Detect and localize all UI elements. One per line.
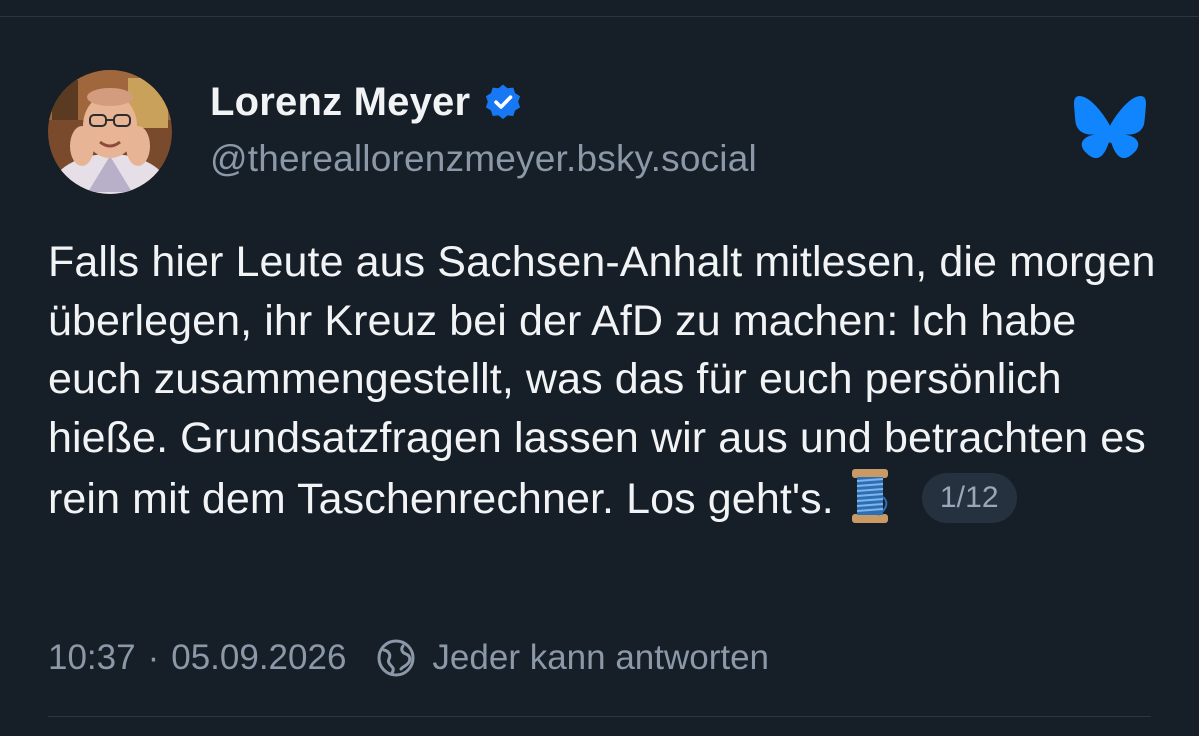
bottom-divider bbox=[48, 716, 1151, 717]
reply-setting[interactable]: Jeder kann antworten bbox=[432, 638, 769, 678]
thread-count-badge[interactable]: 1/12 bbox=[921, 473, 1017, 523]
top-divider bbox=[0, 16, 1199, 17]
author-name-row: Lorenz Meyer bbox=[210, 76, 522, 128]
post-time[interactable]: 10:37 bbox=[48, 638, 136, 678]
avatar[interactable] bbox=[48, 70, 172, 194]
author-name[interactable]: Lorenz Meyer bbox=[210, 80, 470, 125]
thread-spool-emoji-icon bbox=[848, 467, 892, 525]
avatar-image bbox=[48, 70, 172, 194]
author-handle[interactable]: @thereallorenzmeyer.bsky.social bbox=[210, 138, 757, 180]
bluesky-butterfly-icon[interactable] bbox=[1074, 96, 1146, 160]
verified-badge-icon bbox=[484, 83, 522, 121]
globe-icon bbox=[376, 638, 416, 678]
post-body: Falls hier Leute aus Sachsen-Anhalt mitl… bbox=[48, 233, 1158, 529]
post-meta: 10:37 · 05.09.2026 Jeder kann antworten bbox=[48, 632, 769, 684]
post-date[interactable]: 05.09.2026 bbox=[171, 638, 346, 678]
meta-separator: · bbox=[147, 638, 160, 677]
